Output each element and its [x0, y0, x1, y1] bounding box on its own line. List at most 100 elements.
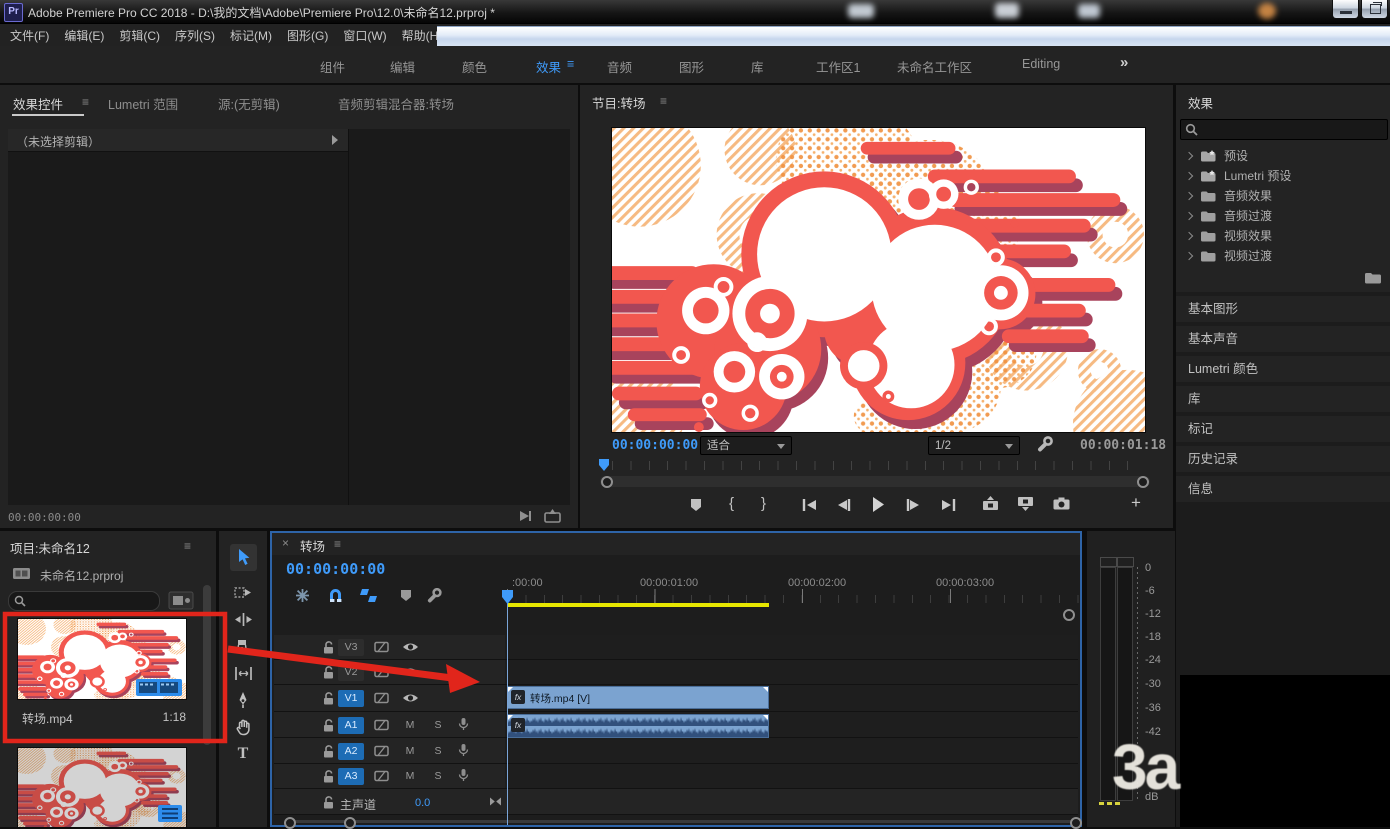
track-badge-v2[interactable]: V2 [338, 664, 364, 681]
program-timecode[interactable]: 00:00:00:00 [612, 438, 698, 453]
timeline-h-scrollbar-track[interactable] [292, 820, 1078, 823]
track-content-v3[interactable] [505, 635, 1078, 660]
project-panel-title[interactable]: 项目:未命名12 [10, 538, 90, 557]
effects-tree-presets[interactable]: 预设 [1176, 146, 1390, 166]
scrollbar-right-handle[interactable] [1137, 476, 1149, 488]
effects-panel-title[interactable]: 效果 [1188, 93, 1213, 112]
effects-tree-video-effects[interactable]: 视频效果 [1176, 226, 1390, 246]
panel-header-libraries[interactable]: 库 [1176, 386, 1390, 412]
voiceover-mic-icon[interactable] [458, 743, 469, 757]
project-search-input[interactable] [8, 591, 160, 611]
track-badge-v1[interactable]: V1 [338, 690, 364, 707]
track-content-v2[interactable] [505, 660, 1078, 685]
menu-window[interactable]: 窗口(W) [343, 27, 386, 44]
track-lock-icon[interactable] [322, 796, 334, 809]
step-forward-icon[interactable] [906, 499, 919, 511]
expand-right-icon[interactable] [332, 135, 338, 145]
mute-button[interactable]: M [402, 770, 418, 782]
export-frame-camera-icon[interactable] [1053, 497, 1070, 510]
sync-lock-icon[interactable] [374, 641, 389, 653]
snap-magnet-icon[interactable] [328, 588, 343, 603]
workspace-tab-editing-en[interactable]: Editing [1022, 57, 1060, 71]
panel-header-lumetri-color[interactable]: Lumetri 颜色 [1176, 356, 1390, 382]
workspace-tab-effects-menu-icon[interactable]: ≡ [567, 57, 574, 71]
project-item-name[interactable]: 转场.mp4 [22, 710, 73, 727]
timeline-timecode[interactable]: 00:00:00:00 [286, 560, 385, 578]
track-output-eye-icon[interactable] [402, 641, 419, 653]
voiceover-mic-icon[interactable] [458, 768, 469, 782]
tab-source-monitor[interactable]: 源:(无剪辑) [218, 94, 280, 113]
play-in-out-icon[interactable] [516, 509, 534, 523]
tab-audio-clip-mixer[interactable]: 音频剪辑混合器:转场 [338, 94, 454, 113]
menu-markers[interactable]: 标记(M) [230, 27, 272, 44]
restore-button[interactable] [1361, 0, 1388, 19]
effects-tree-video-transitions[interactable]: 视频过渡 [1176, 246, 1390, 266]
project-scrollbar[interactable] [203, 585, 211, 745]
track-lock-icon[interactable] [322, 666, 334, 679]
project-menu-icon[interactable]: ≡ [184, 539, 191, 553]
effects-tree-lumetri-presets[interactable]: Lumetri 预设 [1176, 166, 1390, 186]
chevron-right-icon[interactable] [1185, 252, 1193, 260]
workspace-tab-unnamed[interactable]: 未命名工作区 [897, 57, 972, 76]
menu-clip[interactable]: 剪辑(C) [119, 27, 160, 44]
workspace-tab-audio[interactable]: 音频 [607, 57, 632, 76]
project-item-thumbnail[interactable] [18, 748, 186, 827]
new-custom-bin-icon[interactable] [1364, 271, 1382, 285]
solo-button[interactable]: S [430, 745, 446, 757]
menu-sequence[interactable]: 序列(S) [175, 27, 215, 44]
track-badge-a2[interactable]: A2 [338, 743, 364, 760]
panel-header-info[interactable]: 信息 [1176, 476, 1390, 502]
mute-button[interactable]: M [402, 745, 418, 757]
mark-in-icon[interactable]: { [729, 495, 734, 512]
sync-lock-icon[interactable] [374, 770, 389, 782]
panel-menu-icon[interactable]: ≡ [82, 95, 89, 109]
slip-tool[interactable] [219, 660, 267, 686]
extract-icon[interactable] [1017, 496, 1034, 511]
ripple-edit-tool[interactable] [219, 606, 267, 632]
timeline-zoom-handle-left[interactable] [284, 817, 296, 829]
chevron-right-icon[interactable] [1185, 152, 1193, 160]
workspace-tab-libraries[interactable]: 库 [751, 57, 764, 76]
timeline-settings-wrench-icon[interactable] [426, 588, 442, 604]
chevron-right-icon[interactable] [1185, 232, 1193, 240]
chevron-right-icon[interactable] [1185, 192, 1193, 200]
menu-edit[interactable]: 编辑(E) [64, 27, 104, 44]
mute-button[interactable]: M [402, 719, 418, 731]
sync-lock-icon[interactable] [374, 745, 389, 757]
track-output-eye-icon[interactable] [402, 692, 419, 704]
pen-tool[interactable] [219, 687, 267, 713]
tab-lumetri-scopes[interactable]: Lumetri 范围 [108, 94, 178, 113]
solo-button[interactable]: S [430, 770, 446, 782]
program-scrollbar[interactable] [600, 476, 1150, 487]
track-lock-icon[interactable] [322, 745, 334, 758]
timeline-zoom-handle-right[interactable] [1070, 817, 1082, 829]
master-gain-value[interactable]: 0.0 [415, 797, 430, 809]
scrollbar-left-handle[interactable] [601, 476, 613, 488]
project-breadcrumb[interactable]: 未命名12.prproj [40, 567, 123, 584]
razor-tool[interactable] [219, 633, 267, 659]
chevron-right-icon[interactable] [1185, 212, 1193, 220]
voiceover-mic-icon[interactable] [458, 717, 469, 731]
workspace-tab-assembly[interactable]: 组件 [320, 57, 345, 76]
project-view-icon[interactable] [168, 591, 194, 610]
go-to-out-icon[interactable] [940, 499, 956, 511]
video-clip[interactable]: fx 转场.mp4 [V] [507, 686, 769, 709]
track-output-eye-icon[interactable] [402, 666, 419, 678]
chevron-right-icon[interactable] [1185, 172, 1193, 180]
workspace-tab-editing-cn[interactable]: 编辑 [390, 57, 415, 76]
workspace-tab-workspace1[interactable]: 工作区1 [816, 57, 860, 76]
settings-wrench-icon[interactable] [1036, 436, 1053, 453]
panel-header-essential-sound[interactable]: 基本声音 [1176, 326, 1390, 352]
workspace-tab-color[interactable]: 颜色 [462, 57, 487, 76]
step-back-icon[interactable] [838, 499, 851, 511]
add-marker-icon[interactable] [400, 589, 412, 602]
track-badge-a1[interactable]: A1 [338, 717, 364, 734]
playhead-line[interactable] [507, 591, 508, 825]
menu-file[interactable]: 文件(F) [10, 27, 49, 44]
timeline-ruler[interactable]: :00:00 00:00:01:00 00:00:02:00 00:00:03:… [507, 557, 1080, 607]
workspace-tab-effects[interactable]: 效果 [536, 57, 561, 76]
timeline-vertical-scroll-handle[interactable] [1063, 609, 1075, 621]
type-tool[interactable]: T [219, 741, 267, 767]
sync-lock-icon[interactable] [374, 719, 389, 731]
workspace-tab-graphics[interactable]: 图形 [679, 57, 704, 76]
